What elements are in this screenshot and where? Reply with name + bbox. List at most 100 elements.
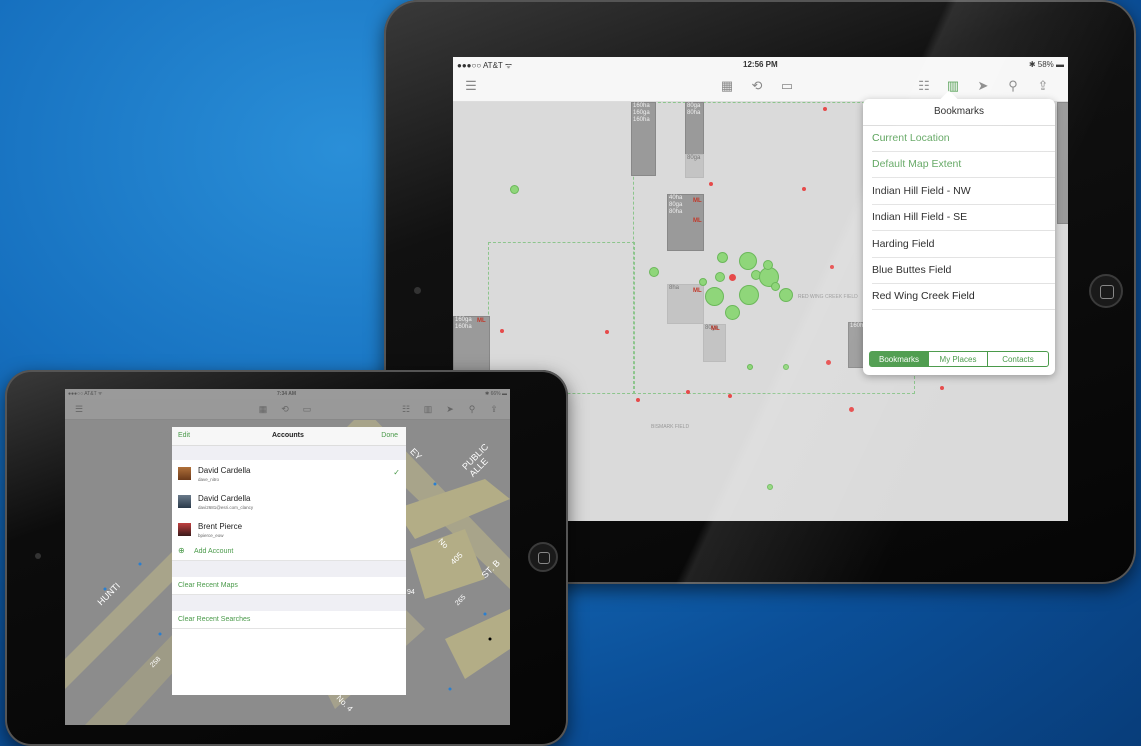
well-marker[interactable] — [767, 484, 773, 490]
well-marker[interactable] — [649, 267, 659, 277]
avatar — [178, 523, 191, 536]
navigate-icon[interactable]: ➤ — [442, 401, 458, 417]
well-marker[interactable] — [739, 285, 759, 305]
done-button[interactable]: Done — [381, 432, 398, 439]
well-marker[interactable] — [725, 305, 740, 320]
map-point — [488, 637, 492, 641]
status-bar: ●●●○○ AT&T ᯤ 12:56 PM ✱ 58% ▬ — [453, 57, 1068, 71]
battery-status: ✱ 66% ▬ — [485, 391, 507, 397]
clear-recent-searches-row[interactable]: Clear Recent Searches — [172, 611, 406, 629]
measure-icon[interactable]: ⟲ — [749, 78, 765, 94]
map-point — [483, 612, 487, 616]
bookmark-item[interactable]: Default Map Extent — [872, 151, 1055, 179]
home-button[interactable] — [1089, 274, 1123, 308]
segment-contacts[interactable]: Contacts — [987, 351, 1049, 367]
home-button[interactable] — [528, 542, 558, 572]
well-marker[interactable] — [717, 252, 728, 263]
account-name: David Cardella — [198, 466, 251, 475]
search-icon[interactable]: ⚲ — [464, 401, 480, 417]
parcel — [1057, 102, 1068, 224]
parcel: 160ha 160ga 160ha — [631, 102, 656, 176]
well-marker[interactable] — [729, 274, 736, 281]
legend-icon[interactable]: ☷ — [398, 401, 414, 417]
segment-my-places[interactable]: My Places — [928, 351, 988, 367]
well-marker[interactable] — [940, 386, 944, 390]
well-marker[interactable] — [771, 282, 780, 291]
battery-status: ✱ 58% ▬ — [1028, 60, 1064, 69]
checkmark-icon: ✓ — [393, 468, 400, 477]
bookmark-item[interactable]: Blue Buttes Field — [872, 257, 1055, 284]
section-separator — [172, 446, 406, 460]
map-point — [448, 687, 452, 691]
well-marker[interactable] — [830, 265, 834, 269]
well-marker[interactable] — [763, 260, 773, 270]
well-marker[interactable] — [823, 107, 827, 111]
account-row[interactable]: Brent Pierce bpierce_eow — [172, 516, 406, 545]
navigate-icon[interactable]: ➤ — [975, 78, 991, 94]
segment-bookmarks[interactable]: Bookmarks — [869, 351, 929, 367]
parcel: 80ga — [685, 154, 704, 178]
bookmark-item[interactable]: Current Location — [872, 125, 1055, 152]
bookmark-item[interactable]: Harding Field — [872, 231, 1055, 258]
ml-label: ML — [693, 218, 702, 224]
legend-icon[interactable]: ☷ — [916, 78, 932, 94]
well-marker[interactable] — [747, 364, 753, 370]
field-label: RED WING CREEK FIELD — [798, 294, 858, 300]
status-time: 12:56 PM — [743, 60, 778, 69]
menu-icon[interactable]: ☰ — [463, 78, 479, 94]
bookmarks-popover: Bookmarks Current Location Default Map Ex… — [863, 90, 1055, 375]
add-account-label: Add Account — [194, 548, 234, 555]
section-separator — [172, 595, 406, 611]
add-account-row[interactable]: ⊕ Add Account — [172, 544, 406, 561]
clear-recent-maps-label: Clear Recent Maps — [178, 582, 238, 589]
well-marker[interactable] — [849, 407, 854, 412]
well-marker[interactable] — [636, 398, 640, 402]
well-marker[interactable] — [779, 288, 793, 302]
accounts-sheet: Edit Accounts Done David Cardella dave_n… — [172, 427, 406, 695]
bookmark-item[interactable]: Indian Hill Field - SE — [872, 204, 1055, 232]
well-marker[interactable] — [605, 330, 609, 334]
parcel: 80ga 80ha — [685, 102, 704, 156]
well-marker[interactable] — [510, 185, 519, 194]
bookmark-item[interactable]: Red Wing Creek Field — [872, 283, 1055, 311]
ruler-icon[interactable]: ▭ — [299, 401, 315, 417]
account-name: David Cardella — [198, 494, 251, 503]
add-circle-icon: ⊕ — [178, 546, 185, 555]
bookmark-item[interactable]: Indian Hill Field - NW — [872, 178, 1055, 205]
status-time: 7:34 AM — [277, 391, 296, 397]
measure-icon[interactable]: ⟲ — [277, 401, 293, 417]
field-label: BISMARK FIELD — [651, 424, 690, 430]
parcel: 160ga 160ha — [453, 316, 490, 378]
street-label: 94 — [407, 589, 415, 596]
account-row[interactable]: David Cardella dave_nitro ✓ — [172, 460, 406, 489]
well-marker[interactable] — [500, 329, 504, 333]
share-icon[interactable]: ⇪ — [1035, 78, 1051, 94]
clear-recent-searches-label: Clear Recent Searches — [178, 616, 251, 623]
basemap-icon[interactable]: ▦ — [255, 401, 271, 417]
menu-icon[interactable]: ☰ — [71, 401, 87, 417]
basemap-icon[interactable]: ▦ — [719, 78, 735, 94]
well-marker[interactable] — [705, 287, 724, 306]
map-point — [138, 562, 142, 566]
well-marker[interactable] — [709, 182, 713, 186]
well-marker[interactable] — [699, 278, 707, 286]
account-username: bpierce_eow — [198, 533, 224, 538]
account-username: dave_nitro — [198, 477, 220, 482]
well-marker[interactable] — [826, 360, 831, 365]
account-row[interactable]: David Cardella davi2681@esri.com_clancy — [172, 488, 406, 517]
ruler-icon[interactable]: ▭ — [779, 78, 795, 94]
well-marker[interactable] — [728, 394, 732, 398]
clear-recent-maps-row[interactable]: Clear Recent Maps — [172, 577, 406, 595]
account-name: Brent Pierce — [198, 522, 243, 531]
well-marker[interactable] — [715, 272, 725, 282]
ml-label: ML — [693, 198, 702, 204]
well-marker[interactable] — [686, 390, 690, 394]
search-icon[interactable]: ⚲ — [1005, 78, 1021, 94]
well-marker[interactable] — [739, 252, 757, 270]
well-marker[interactable] — [802, 187, 806, 191]
avatar — [178, 467, 191, 480]
bookmark-icon[interactable]: ▥ — [420, 401, 436, 417]
well-marker[interactable] — [783, 364, 789, 370]
share-icon[interactable]: ⇪ — [486, 401, 502, 417]
edit-button[interactable]: Edit — [178, 432, 190, 439]
